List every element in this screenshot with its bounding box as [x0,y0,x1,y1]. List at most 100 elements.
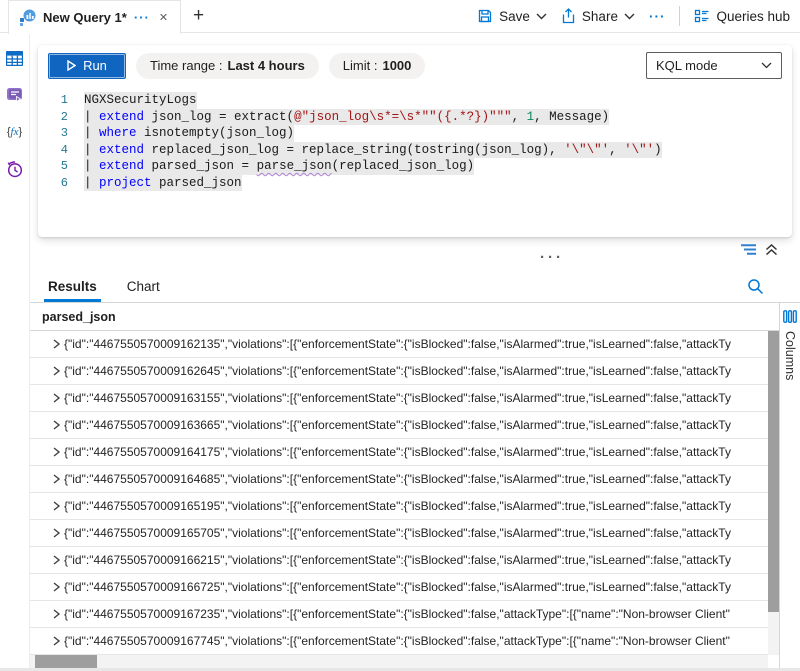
code-text: | extend parsed_json = parse_json(replac… [84,158,474,175]
tab-results[interactable]: Results [48,270,97,302]
query-toolbar: Run Time range : Last 4 hours Limit : 10… [38,45,792,79]
code-text: | extend json_log = extract(@"json_log\s… [84,109,609,126]
tab-bar-actions: Save Share ··· [477,0,800,32]
left-rail: {fx} [0,33,30,671]
save-icon [477,8,493,24]
expand-row-icon[interactable] [30,501,64,511]
table-row[interactable]: {"id":"4467550570009163665","violations"… [30,412,768,439]
code-text: | extend replaced_json_log = replace_str… [84,142,662,159]
limit-picker[interactable]: Limit : 1000 [329,53,426,79]
vertical-scrollbar-thumb[interactable] [768,331,779,612]
row-json-value: {"id":"4467550570009166725","violations"… [64,580,768,594]
table-row[interactable]: {"id":"4467550570009164685","violations"… [30,466,768,493]
code-line[interactable]: 1 NGXSecurityLogs [38,92,792,109]
line-number: 6 [38,175,84,192]
table-row[interactable]: {"id":"4467550570009167235","violations"… [30,601,768,628]
table-row[interactable]: {"id":"4467550570009165705","violations"… [30,520,768,547]
table-row[interactable]: {"id":"4467550570009167745","violations"… [30,628,768,655]
adx-logo-icon [19,9,36,26]
columns-icon [783,310,797,323]
query-history-icon[interactable] [6,160,24,178]
kql-mode-value: KQL mode [656,58,718,73]
close-icon[interactable]: ✕ [157,11,170,24]
functions-icon[interactable]: {fx} [6,123,24,141]
results-grid: {"id":"4467550570009162135","violations"… [30,331,768,655]
tab-new-query[interactable]: New Query 1* ··· ✕ [8,0,181,34]
search-icon[interactable] [747,278,764,295]
code-text: | project parsed_json [84,175,242,192]
row-json-value: {"id":"4467550570009163665","violations"… [64,418,768,432]
row-json-value: {"id":"4467550570009164175","violations"… [64,445,768,459]
expand-row-icon[interactable] [30,636,64,646]
chevron-down-icon [536,13,547,20]
row-json-value: {"id":"4467550570009165705","violations"… [64,526,768,540]
expand-row-icon[interactable] [30,447,64,457]
horizontal-scrollbar[interactable] [30,655,768,668]
horizontal-scrollbar-thumb[interactable] [35,655,97,668]
row-json-value: {"id":"4467550570009164685","violations"… [64,472,768,486]
splitter-handle[interactable]: ··· [540,252,564,264]
line-number: 1 [38,92,84,109]
code-line[interactable]: 6 | project parsed_json [38,175,792,192]
chevron-down-icon [761,62,772,69]
table-row[interactable]: {"id":"4467550570009166725","violations"… [30,574,768,601]
line-number: 5 [38,158,84,175]
row-json-value: {"id":"4467550570009163155","violations"… [64,391,768,405]
columns-panel-collapsed[interactable]: Columns [779,303,800,668]
editor-footer-icons [740,243,778,256]
chevron-down-icon [624,13,635,20]
expand-row-icon[interactable] [30,582,64,592]
expand-row-icon[interactable] [30,528,64,538]
limit-value: 1000 [382,58,411,73]
table-row[interactable]: {"id":"4467550570009164175","violations"… [30,439,768,466]
tables-icon[interactable] [6,49,24,67]
line-number: 4 [38,142,84,159]
expand-row-icon[interactable] [30,474,64,484]
new-tab-button[interactable]: + [181,0,216,32]
more-actions-icon[interactable]: ··· [649,9,666,24]
table-row[interactable]: {"id":"4467550570009162645","violations"… [30,358,768,385]
row-json-value: {"id":"4467550570009165195","violations"… [64,499,768,513]
collapse-editor-icon[interactable] [765,243,778,256]
results-tabs: Results Chart [30,270,800,303]
save-label: Save [499,9,530,24]
table-row[interactable]: {"id":"4467550570009162135","violations"… [30,331,768,358]
format-lines-icon[interactable] [740,243,757,256]
time-range-picker[interactable]: Time range : Last 4 hours [136,53,319,79]
vertical-scrollbar[interactable] [768,331,779,655]
query-editor-panel: Run Time range : Last 4 hours Limit : 10… [38,45,792,237]
code-text: | where isnotempty(json_log) [84,125,294,142]
row-json-value: {"id":"4467550570009167235","violations"… [64,607,768,621]
expand-row-icon[interactable] [30,366,64,376]
table-row[interactable]: {"id":"4467550570009166215","violations"… [30,547,768,574]
run-label: Run [83,58,107,73]
kql-mode-select[interactable]: KQL mode [646,52,782,79]
share-label: Share [582,9,618,24]
code-line[interactable]: 5 | extend parsed_json = parse_json(repl… [38,158,792,175]
save-button[interactable]: Save [477,8,547,24]
column-header-parsed-json[interactable]: parsed_json [30,303,779,331]
run-button[interactable]: Run [48,53,126,79]
table-row[interactable]: {"id":"4467550570009165195","violations"… [30,493,768,520]
tab-title: New Query 1* [43,10,127,25]
row-json-value: {"id":"4467550570009167745","violations"… [64,634,768,648]
code-text: NGXSecurityLogs [84,92,197,109]
expand-row-icon[interactable] [30,420,64,430]
code-line[interactable]: 2 | extend json_log = extract(@"json_log… [38,109,792,126]
time-range-value: Last 4 hours [228,58,305,73]
expand-row-icon[interactable] [30,339,64,349]
query-editor[interactable]: 1 NGXSecurityLogs 2 | extend json_log = … [38,92,792,191]
code-line[interactable]: 3 | where isnotempty(json_log) [38,125,792,142]
tab-chart[interactable]: Chart [127,270,160,302]
tab-more-icon[interactable]: ··· [134,10,150,25]
table-row[interactable]: {"id":"4467550570009163155","violations"… [30,385,768,412]
saved-scripts-icon[interactable] [6,86,24,104]
code-line[interactable]: 4 | extend replaced_json_log = replace_s… [38,142,792,159]
expand-row-icon[interactable] [30,555,64,565]
time-range-label: Time range : [150,58,223,73]
share-button[interactable]: Share [561,8,635,24]
expand-row-icon[interactable] [30,393,64,403]
queries-hub-button[interactable]: Queries hub [694,8,790,24]
tab-bar: New Query 1* ··· ✕ + Save [0,0,800,33]
expand-row-icon[interactable] [30,609,64,619]
